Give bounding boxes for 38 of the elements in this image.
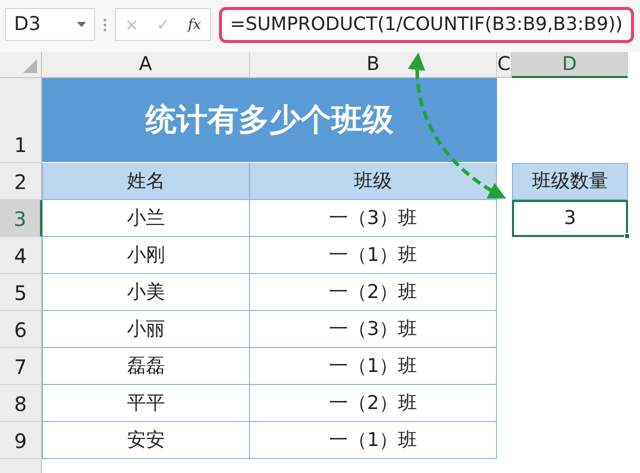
table-cell: 安安 xyxy=(42,422,250,459)
table-cell: 小美 xyxy=(42,274,250,311)
row-header[interactable]: 3 xyxy=(0,200,42,237)
name-box[interactable]: D3 xyxy=(5,8,95,41)
summary-value-cell[interactable]: 3 xyxy=(512,200,628,237)
table-cell: 一（2）班 xyxy=(250,385,497,422)
table-cell: 一（1）班 xyxy=(250,422,497,459)
table-cell: 一（1）班 xyxy=(250,237,497,274)
formula-bar[interactable]: =SUMPRODUCT(1/COUNTIF(B3:B9,B3:B9)) xyxy=(219,7,634,43)
dropdown-icon[interactable] xyxy=(77,22,86,28)
table-cell: 一（3）班 xyxy=(250,311,497,348)
table-cell: 磊磊 xyxy=(42,348,250,385)
table-cell: 小丽 xyxy=(42,311,250,348)
column-header[interactable]: A xyxy=(42,52,250,78)
row-header[interactable]: 5 xyxy=(0,274,42,311)
column-header[interactable]: D xyxy=(512,52,628,78)
table-cell: 一（2）班 xyxy=(250,274,497,311)
column-heading: 姓名 xyxy=(42,163,250,200)
column-heading: 班级 xyxy=(250,163,497,200)
column-header[interactable]: B xyxy=(250,52,497,78)
row-header[interactable]: 8 xyxy=(0,385,42,422)
row-header[interactable]: 7 xyxy=(0,348,42,385)
table-cell: 小刚 xyxy=(42,237,250,274)
table-cell: 一（3）班 xyxy=(250,200,497,237)
column-header[interactable]: C xyxy=(497,52,512,78)
table-cell: 小兰 xyxy=(42,200,250,237)
row-header[interactable]: 1 xyxy=(0,78,42,163)
summary-heading: 班级数量 xyxy=(512,163,628,200)
row-header[interactable]: 4 xyxy=(0,237,42,274)
row-header[interactable]: 6 xyxy=(0,311,42,348)
row-header[interactable]: 9 xyxy=(0,422,42,459)
table-cell: 平平 xyxy=(42,385,250,422)
grip-icon xyxy=(103,18,107,32)
row-header[interactable]: 2 xyxy=(0,163,42,200)
table-cell: 一（1）班 xyxy=(250,348,497,385)
table-title: 统计有多少个班级 xyxy=(42,78,497,163)
insert-function-button[interactable]: fx xyxy=(186,18,203,32)
fill-handle[interactable] xyxy=(624,233,630,239)
